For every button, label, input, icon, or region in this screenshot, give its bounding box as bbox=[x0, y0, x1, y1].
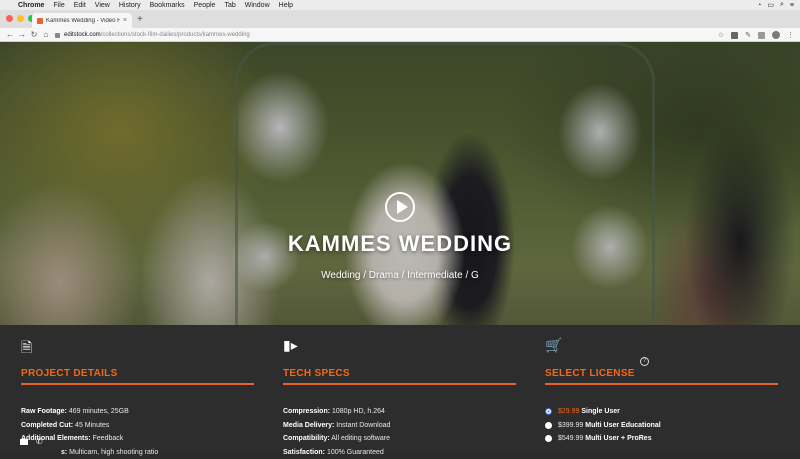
wedding-arch bbox=[235, 42, 655, 325]
license-help-icon[interactable]: ? bbox=[640, 357, 649, 366]
reload-icon[interactable]: ↻ bbox=[28, 30, 40, 39]
more-menu-icon[interactable]: ⋮ bbox=[787, 31, 794, 39]
url-domain: editstock.com bbox=[64, 32, 101, 38]
menu-window[interactable]: Window bbox=[245, 2, 270, 9]
list-item: Raw Footage: 469 minutes, 25GB bbox=[21, 405, 158, 419]
menu-tab[interactable]: Tab bbox=[224, 2, 235, 9]
license-option-prores[interactable]: $549.99 Multi User + ProRes bbox=[545, 432, 661, 446]
radio-button[interactable] bbox=[545, 422, 552, 429]
new-tab-icon[interactable]: + bbox=[137, 14, 143, 25]
window-controls bbox=[6, 15, 35, 22]
tab-title: Kammes Wedding - Video For E bbox=[46, 18, 120, 24]
menu-people[interactable]: People bbox=[194, 2, 216, 9]
divider bbox=[21, 383, 254, 385]
radio-button[interactable] bbox=[545, 408, 552, 415]
extension-icon[interactable] bbox=[758, 32, 765, 39]
divider bbox=[283, 383, 516, 385]
license-option-single[interactable]: $29.99 Single User bbox=[545, 405, 661, 419]
license-option-educational[interactable]: $399.99 Multi User Educational bbox=[545, 419, 661, 433]
tech-specs-column: ▮▸ TECH SPECS Compression: 1080p HD, h.2… bbox=[283, 325, 518, 450]
back-icon[interactable]: ← bbox=[4, 30, 16, 39]
spotlight-icon[interactable]: ⌕ bbox=[780, 1, 784, 9]
home-icon[interactable]: ⌂ bbox=[40, 30, 52, 39]
phone-icon[interactable]: ✆ bbox=[36, 437, 43, 446]
divider bbox=[545, 383, 778, 385]
mac-menubar: Chrome File Edit View History Bookmarks … bbox=[0, 0, 800, 10]
eyedropper-icon[interactable]: ✎ bbox=[745, 31, 751, 39]
cart-icon: 🛒 bbox=[545, 337, 562, 354]
camera-icon: ▮▸ bbox=[283, 337, 298, 354]
status-icons: ◔ ▭ ⌕ ≡ bbox=[757, 0, 794, 10]
project-details-column: 🗎 PROJECT DETAILS Raw Footage: 469 minut… bbox=[21, 325, 256, 450]
star-icon[interactable]: ☆ bbox=[718, 31, 724, 39]
browser-toolbar: ← → ↻ ⌂ editstock.com /collections/stock… bbox=[0, 28, 800, 42]
project-details-heading: PROJECT DETAILS bbox=[21, 368, 118, 379]
list-item: Satisfaction: 100% Guaranteed bbox=[283, 446, 390, 459]
tech-specs-heading: TECH SPECS bbox=[283, 368, 350, 379]
list-item: Compression: 1080p HD, h.264 bbox=[283, 405, 390, 419]
toolbar-extensions: ☆ ✎ ⋮ bbox=[718, 30, 794, 40]
menu-list-icon[interactable]: ≡ bbox=[790, 2, 794, 9]
address-bar[interactable]: editstock.com /collections/stock-film-da… bbox=[55, 30, 720, 40]
product-details: 🗎 PROJECT DETAILS Raw Footage: 469 minut… bbox=[0, 325, 800, 450]
facebook-icon[interactable] bbox=[731, 32, 738, 39]
menu-edit[interactable]: Edit bbox=[74, 2, 86, 9]
play-button-icon[interactable] bbox=[385, 192, 415, 222]
menu-help[interactable]: Help bbox=[279, 2, 293, 9]
lock-icon bbox=[55, 33, 60, 38]
contact-bar: ✆ bbox=[20, 435, 60, 448]
minimize-window-button[interactable] bbox=[17, 15, 24, 22]
wifi-icon[interactable]: ◔ bbox=[757, 2, 761, 9]
forward-icon[interactable]: → bbox=[16, 30, 28, 39]
browser-tabbar: Kammes Wedding - Video For E × + bbox=[0, 10, 800, 28]
hero-subtitle: Wedding / Drama / Intermediate / G bbox=[0, 270, 800, 281]
list-item: Completed Cut: 45 Minutes bbox=[21, 419, 158, 433]
file-icon: 🗎 bbox=[21, 337, 32, 361]
menu-history[interactable]: History bbox=[119, 2, 141, 9]
close-window-button[interactable] bbox=[6, 15, 13, 22]
favicon-icon bbox=[37, 18, 43, 24]
menu-view[interactable]: View bbox=[95, 2, 110, 9]
menu-app-chrome[interactable]: Chrome bbox=[18, 2, 44, 9]
close-tab-icon[interactable]: × bbox=[123, 17, 127, 24]
menu-bookmarks[interactable]: Bookmarks bbox=[150, 2, 185, 9]
radio-button[interactable] bbox=[545, 435, 552, 442]
hero-banner: KAMMES WEDDING Wedding / Drama / Interme… bbox=[0, 42, 800, 325]
select-license-column: 🛒 SELECT LICENSE $29.99 Single User $399… bbox=[545, 325, 780, 450]
browser-tab[interactable]: Kammes Wedding - Video For E × bbox=[32, 13, 132, 28]
list-item: Media Delivery: Instant Download bbox=[283, 419, 390, 433]
battery-icon[interactable]: ▭ bbox=[767, 1, 774, 9]
list-item: Compatibility: All editing software bbox=[283, 432, 390, 446]
url-path: /collections/stock-film-dailies/products… bbox=[101, 32, 250, 38]
menu-file[interactable]: File bbox=[53, 2, 64, 9]
email-icon[interactable] bbox=[20, 439, 28, 445]
select-license-heading: SELECT LICENSE bbox=[545, 368, 635, 379]
hero-title: KAMMES WEDDING bbox=[0, 231, 800, 257]
profile-avatar[interactable] bbox=[772, 31, 780, 39]
